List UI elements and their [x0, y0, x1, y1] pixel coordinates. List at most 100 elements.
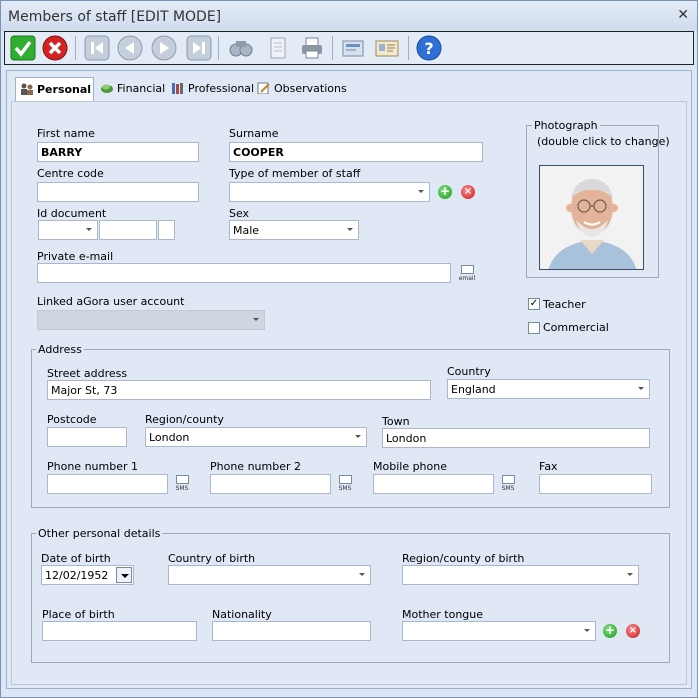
next-record-icon[interactable] [151, 35, 177, 61]
mobile-input[interactable] [373, 474, 494, 494]
sms-icon-text: SMS [501, 485, 515, 492]
staff-photograph[interactable] [539, 165, 644, 270]
address-title: Address [36, 343, 84, 356]
phone1-input[interactable] [47, 474, 168, 494]
toolbar-separator [218, 36, 219, 60]
dob-picker[interactable]: 12/02/1952 [41, 565, 134, 585]
type-member-select[interactable] [229, 182, 430, 202]
books-icon [171, 82, 185, 94]
close-icon[interactable]: ✕ [677, 7, 689, 23]
sms-icon[interactable]: SMS [336, 475, 354, 493]
search-icon[interactable] [228, 35, 254, 61]
help-icon[interactable]: ? [416, 35, 442, 61]
tab-professional[interactable]: Professional [167, 77, 258, 101]
phone1-label: Phone number 1 [47, 460, 138, 473]
place-birth-input[interactable] [42, 621, 197, 641]
teacher-checkbox[interactable]: ✓ [528, 298, 540, 310]
nationality-input[interactable] [212, 621, 371, 641]
document-icon[interactable] [265, 35, 291, 61]
delete-language-icon[interactable]: × [626, 624, 640, 638]
chevron-down-icon [359, 573, 365, 576]
toolbar-separator [332, 36, 333, 60]
first-name-input[interactable]: BARRY [37, 142, 199, 162]
staff-window: Members of staff [EDIT MODE] ✕ ? Persona… [0, 0, 698, 698]
centre-code-input[interactable] [37, 182, 199, 202]
id-document-type-select[interactable] [38, 220, 98, 240]
tab-observations[interactable]: Observations [253, 77, 351, 101]
toolbar-separator [75, 36, 76, 60]
other-details-title: Other personal details [36, 527, 163, 540]
photograph-title: Photograph [532, 119, 600, 132]
mother-tongue-select[interactable] [402, 621, 596, 641]
phone2-label: Phone number 2 [210, 460, 301, 473]
notepad-icon [257, 82, 271, 95]
first-name-label: First name [37, 127, 95, 140]
email-icon[interactable]: email [458, 265, 476, 283]
people-icon [20, 83, 34, 95]
export-icon[interactable] [340, 35, 366, 61]
country-value: England [451, 383, 496, 396]
nationality-label: Nationality [212, 608, 272, 621]
commercial-label: Commercial [543, 321, 609, 334]
sms-icon[interactable]: SMS [499, 475, 517, 493]
id-document-number-input[interactable] [99, 220, 157, 240]
street-label: Street address [47, 367, 128, 380]
last-record-icon[interactable] [186, 35, 212, 61]
sex-select[interactable]: Male [229, 220, 359, 240]
tab-personal[interactable]: Personal [15, 77, 94, 102]
chevron-down-icon [347, 228, 353, 231]
country-select[interactable]: England [447, 379, 650, 399]
type-member-label: Type of member of staff [229, 167, 361, 180]
mobile-label: Mobile phone [373, 460, 448, 473]
toolbar-separator [408, 36, 409, 60]
linked-account-label: Linked aGora user account [37, 295, 185, 308]
sms-icon-text: SMS [175, 485, 189, 492]
chevron-down-icon [584, 629, 590, 632]
print-icon[interactable] [299, 35, 325, 61]
email-icon-text: email [458, 275, 476, 282]
region-select[interactable]: London [145, 427, 367, 447]
chevron-down-icon [627, 573, 633, 576]
tab-financial[interactable]: Financial [96, 77, 169, 101]
fax-label: Fax [539, 460, 558, 473]
region-birth-select[interactable] [402, 565, 639, 585]
previous-record-icon[interactable] [117, 35, 143, 61]
country-label: Country [447, 365, 491, 378]
accept-icon[interactable] [10, 35, 36, 61]
tab-label: Observations [274, 82, 347, 95]
fax-input[interactable] [539, 474, 652, 494]
country-birth-label: Country of birth [168, 552, 256, 565]
dob-label: Date of birth [41, 552, 111, 565]
first-record-icon[interactable] [84, 35, 110, 61]
sms-icon[interactable]: SMS [173, 475, 191, 493]
chevron-down-icon [418, 190, 424, 193]
postcode-input[interactable] [47, 427, 127, 447]
surname-input[interactable]: COOPER [229, 142, 483, 162]
town-input[interactable]: London [382, 428, 650, 448]
chevron-down-icon [86, 228, 92, 231]
card-icon[interactable] [374, 35, 400, 61]
money-icon [100, 82, 114, 94]
surname-label: Surname [229, 127, 279, 140]
region-birth-label: Region/county of birth [402, 552, 525, 565]
street-input[interactable]: Major St, 73 [47, 380, 431, 400]
country-birth-select[interactable] [168, 565, 371, 585]
dob-value: 12/02/1952 [45, 569, 109, 582]
delete-type-icon[interactable]: × [461, 185, 475, 199]
phone2-input[interactable] [210, 474, 331, 494]
private-email-input[interactable] [37, 263, 451, 283]
region-label: Region/county [145, 413, 224, 426]
add-type-icon[interactable]: + [438, 185, 452, 199]
sms-icon-text: SMS [338, 485, 352, 492]
id-document-letter-input[interactable] [158, 220, 175, 240]
commercial-checkbox[interactable] [528, 322, 540, 334]
chevron-down-icon [355, 435, 361, 438]
chevron-down-icon [253, 318, 259, 321]
svg-text:?: ? [424, 39, 433, 58]
sex-value: Male [233, 224, 260, 237]
chevron-down-icon [638, 387, 644, 390]
add-language-icon[interactable]: + [603, 624, 617, 638]
cancel-icon[interactable] [42, 35, 68, 61]
calendar-dropdown-icon[interactable] [116, 567, 132, 583]
mother-tongue-label: Mother tongue [402, 608, 484, 621]
